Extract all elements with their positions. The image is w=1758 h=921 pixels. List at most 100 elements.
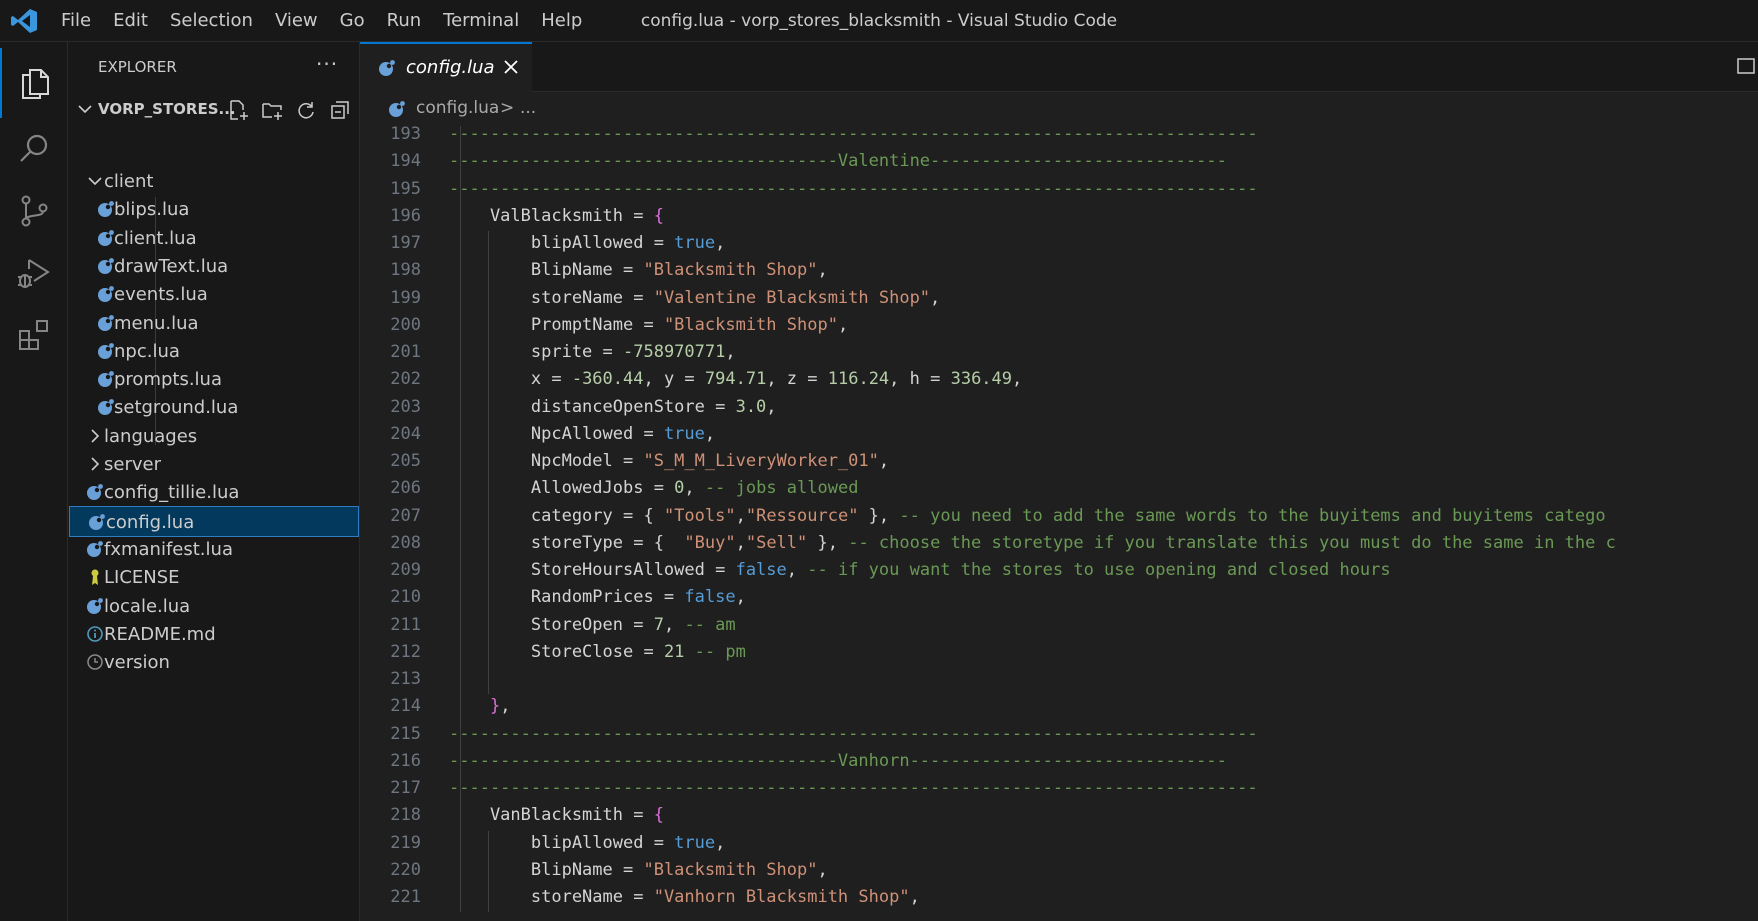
code-text: ----------------------------------------… (449, 778, 1258, 798)
code-token: , (817, 260, 828, 281)
line-number: 212 (390, 641, 421, 662)
breadcrumb-file[interactable]: config.lua (416, 98, 499, 118)
tree-file-npc-lua[interactable]: npc.lua (68, 336, 359, 367)
tree-file-prompts-lua[interactable]: prompts.lua (68, 364, 359, 395)
new-file-icon[interactable] (224, 98, 252, 122)
code-token: , h = (889, 369, 951, 390)
extensions-icon[interactable] (0, 300, 68, 370)
refresh-icon[interactable] (292, 98, 320, 122)
chevron-right-icon (91, 429, 100, 443)
source-control-icon[interactable] (0, 176, 68, 246)
workspace-folder[interactable]: VORP_STORES... (68, 94, 360, 126)
code-token: sprite = (449, 342, 623, 362)
menu-run[interactable]: Run (376, 0, 433, 42)
tree-file-client-lua[interactable]: client.lua (68, 223, 359, 254)
code-token: -360.44 (571, 369, 644, 390)
code-line: 221 storeName = "Vanhorn Blacksmith Shop… (360, 885, 1758, 913)
tree-folder-server[interactable]: server (68, 449, 359, 480)
more-actions-icon[interactable]: ··· (316, 52, 338, 76)
tree-file-version[interactable]: version (68, 647, 359, 678)
new-folder-icon[interactable] (258, 98, 286, 122)
tree-file-menu-lua[interactable]: menu.lua (68, 308, 359, 339)
code-token: , (500, 696, 511, 717)
tree-item-label: drawText.lua (114, 255, 229, 277)
code-line: 213 (360, 667, 1758, 695)
indent-guide (460, 667, 461, 695)
tree-file-config-lua[interactable]: config.lua (69, 505, 359, 537)
code-token: , y = (643, 369, 705, 390)
menu-help[interactable]: Help (530, 0, 593, 42)
files-icon[interactable] (0, 48, 68, 118)
line-number: 205 (390, 451, 421, 471)
code-token: , (930, 287, 941, 308)
code-text: VanBlacksmith = { (449, 805, 664, 825)
collapse-all-icon[interactable] (326, 98, 354, 122)
tree-file-setground-lua[interactable]: setground.lua (68, 392, 359, 423)
code-token: AllowedJobs = (449, 478, 675, 499)
code-token: , (715, 832, 726, 853)
code-token: 794.71 (704, 369, 767, 390)
tree-folder-client[interactable]: client (68, 166, 359, 197)
search-icon[interactable] (0, 114, 68, 184)
code-token: ----------------------------------------… (449, 723, 1258, 744)
code-editor[interactable]: 193 -------------------------------------… (360, 126, 1758, 921)
chevron-right-icon (91, 457, 100, 471)
split-editor-icon[interactable] (1736, 56, 1756, 76)
info-icon (87, 625, 103, 642)
menu-terminal[interactable]: Terminal (432, 0, 530, 42)
code-token: storeType = { (449, 532, 685, 553)
tree-folder-languages[interactable]: languages (68, 421, 359, 452)
line-number: 193 (390, 126, 421, 144)
line-number: 216 (390, 750, 421, 771)
close-icon[interactable] (500, 56, 522, 78)
code-line: 220 BlipName = "Blacksmith Shop", (360, 857, 1758, 885)
tree-file-drawText-lua[interactable]: drawText.lua (68, 251, 359, 282)
line-number: 194 (390, 151, 421, 172)
code-token: NpcModel = (449, 451, 644, 471)
editor-tab-bar: config.lua (360, 42, 1758, 92)
code-text: blipAllowed = true, (449, 832, 726, 853)
code-token: }, (858, 505, 900, 526)
tree-item-label: fxmanifest.lua (104, 538, 233, 560)
code-text: x = -360.44, y = 794.71, z = 116.24, h =… (449, 369, 1022, 389)
code-token: 336.49 (950, 369, 1013, 390)
lua-file-icon (87, 484, 103, 501)
menu-bar: File Edit Selection View Go Run Terminal… (50, 0, 593, 42)
vscode-logo-icon[interactable] (10, 8, 38, 34)
tree-file-LICENSE[interactable]: LICENSE (68, 562, 359, 593)
tree-file-config_tillie-lua[interactable]: config_tillie.lua (68, 477, 359, 508)
code-text: BlipName = "Blacksmith Shop", (449, 860, 828, 880)
code-token: , (725, 342, 736, 362)
menu-view[interactable]: View (264, 0, 329, 42)
tree-file-locale-lua[interactable]: locale.lua (68, 591, 359, 622)
menu-go[interactable]: Go (329, 0, 376, 42)
tree-item-label: npc.lua (114, 340, 180, 362)
tab-config-lua[interactable]: config.lua (360, 42, 532, 92)
code-token: 116.24 (827, 369, 890, 390)
line-number: 219 (390, 832, 421, 853)
code-token: , (786, 560, 808, 580)
tree-item-label: blips.lua (114, 199, 190, 221)
tree-file-blips-lua[interactable]: blips.lua (68, 194, 359, 225)
code-line: 203 distanceOpenStore = 3.0, (360, 394, 1758, 422)
code-line: 215 -------------------------------------… (360, 721, 1758, 749)
code-line: 218 VanBlacksmith = { (360, 803, 1758, 831)
code-token: distanceOpenStore = (449, 396, 736, 417)
menu-edit[interactable]: Edit (102, 0, 159, 42)
code-text: AllowedJobs = 0, -- jobs allowed (449, 478, 859, 499)
tree-item-label: menu.lua (114, 312, 199, 334)
code-token: 3.0 (735, 396, 767, 417)
run-debug-icon[interactable] (0, 238, 68, 308)
breadcrumb-symbols[interactable]: ... (520, 98, 536, 118)
line-number: 196 (390, 205, 421, 226)
tree-item-label: events.lua (114, 284, 208, 306)
explorer-sidebar: EXPLORER ··· VORP_STORES... client blips.… (68, 42, 360, 921)
tree-file-fxmanifest-lua[interactable]: fxmanifest.lua (68, 534, 359, 565)
code-line: 201 sprite = -758970771, (360, 340, 1758, 368)
tree-file-README-md[interactable]: README.md (68, 619, 359, 650)
menu-file[interactable]: File (50, 0, 102, 42)
menu-selection[interactable]: Selection (159, 0, 264, 42)
code-token: , (878, 451, 890, 471)
code-line: 205 NpcModel = "S_M_M_LiveryWorker_01", (360, 449, 1758, 477)
tree-file-events-lua[interactable]: events.lua (68, 279, 359, 310)
